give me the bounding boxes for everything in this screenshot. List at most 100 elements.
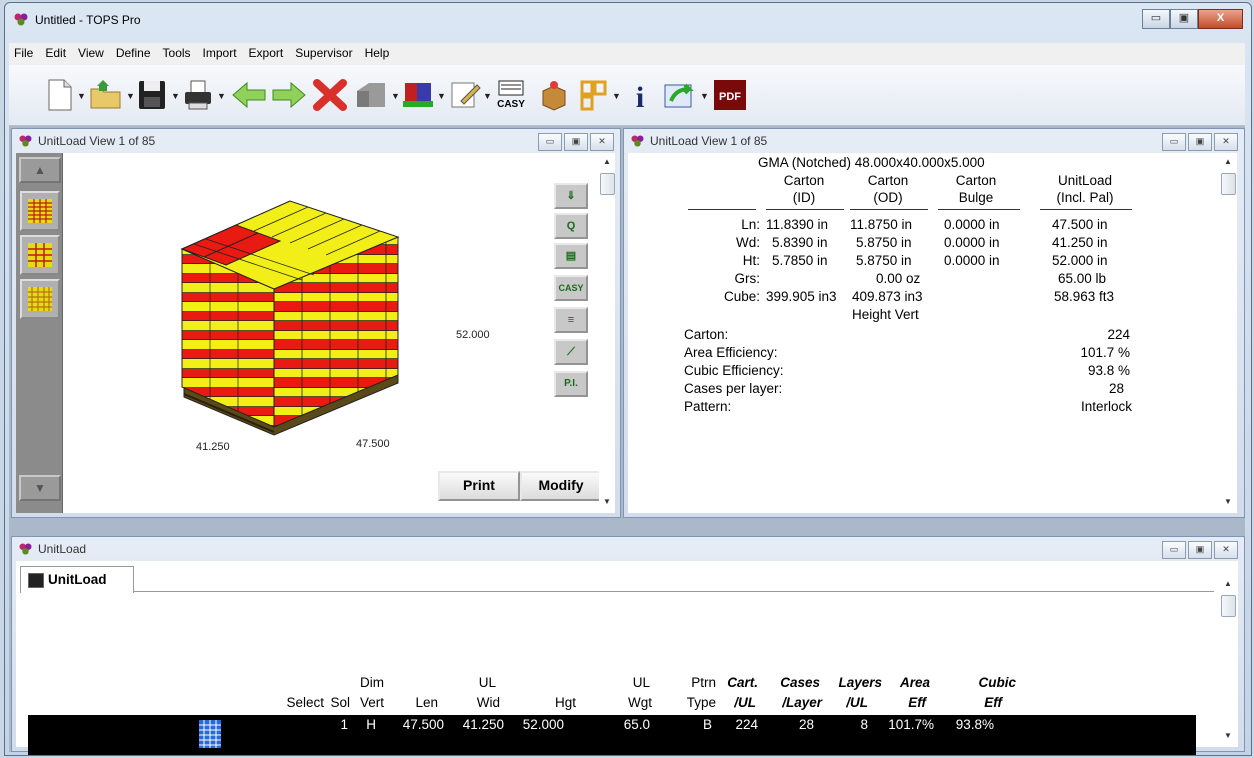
list-minimize-button[interactable]: ▭ [1162, 541, 1186, 559]
pdf-icon[interactable]: PDF [713, 79, 747, 111]
select-grid-icon[interactable] [198, 719, 222, 749]
minimize-button[interactable]: ▭ [1142, 9, 1170, 29]
hdr-wgt-l2: Wgt [627, 695, 652, 710]
scroll-down-arrow-icon[interactable]: ▼ [1220, 495, 1236, 509]
col-unitload-l1: UnitLoad [1057, 173, 1113, 188]
left-minimize-button[interactable]: ▭ [538, 133, 562, 151]
print-button[interactable]: Print [438, 471, 520, 501]
title-bar[interactable]: Untitled - TOPS Pro ▭ ▣ X [5, 3, 1251, 41]
header-underline [688, 209, 756, 210]
modify-button[interactable]: Modify [520, 471, 602, 501]
left-close-button[interactable]: ✕ [590, 133, 614, 151]
scroll-up-arrow-icon[interactable]: ▲ [1220, 155, 1236, 169]
print-dropdown-icon[interactable]: ▼ [217, 91, 226, 101]
scroll-down-arrow-icon[interactable]: ▼ [1220, 729, 1236, 743]
row-grs-od: 0.00 oz [876, 271, 921, 286]
layout-dropdown-icon[interactable]: ▼ [612, 91, 621, 101]
edit-notes-icon[interactable] [449, 79, 481, 111]
box-star-icon[interactable] [537, 79, 571, 111]
scroll-up-button[interactable]: ▲ [19, 157, 61, 183]
layout-grid-icon[interactable] [579, 79, 609, 111]
menu-tools[interactable]: Tools [158, 43, 198, 60]
right-view-scrollbar[interactable]: ▲ ▼ [1220, 153, 1236, 513]
hdr-dim-l2: Vert [359, 695, 384, 710]
col-carton-id-l1: Carton [783, 173, 825, 188]
print-icon[interactable] [183, 79, 213, 111]
delete-x-icon[interactable] [313, 79, 347, 111]
edit-dropdown-icon[interactable]: ▼ [483, 91, 492, 101]
cell-area: 101.7% [888, 717, 934, 732]
left-view-scrollbar[interactable]: ▲ ▼ [599, 153, 615, 513]
forward-arrow-icon[interactable] [271, 79, 307, 111]
left-restore-button[interactable]: ▣ [564, 133, 588, 151]
hdr-layers-l1: Layers [838, 675, 882, 690]
table-row[interactable]: 1 H 47.500 41.250 52.000 65.0 B 224 28 8… [28, 715, 1196, 755]
summary-area-value: 101.7 % [1080, 345, 1130, 360]
scroll-thumb[interactable] [1221, 173, 1236, 195]
hdr-wgt-l1: UL [632, 675, 650, 690]
cell-vert: H [366, 717, 376, 732]
scroll-down-arrow-icon[interactable]: ▼ [599, 495, 615, 509]
row-grs-unitload: 65.00 lb [1058, 271, 1107, 286]
header-underline [766, 209, 844, 210]
menu-bar: File Edit View Define Tools Import Export Super… [9, 43, 1245, 66]
view-layer-1-button[interactable] [20, 191, 60, 231]
summary-pattern-label: Pattern: [684, 399, 732, 414]
menu-import[interactable]: Import [198, 43, 244, 60]
view-layer-3-button[interactable] [20, 279, 60, 319]
pallet-dropdown-icon[interactable]: ▼ [437, 91, 446, 101]
menu-define[interactable]: Define [111, 43, 158, 60]
menu-supervisor[interactable]: Supervisor [290, 43, 359, 60]
export-dropdown-icon[interactable]: ▼ [700, 91, 709, 101]
stack-dropdown-icon[interactable]: ▼ [391, 91, 400, 101]
stack-icon[interactable] [353, 79, 389, 111]
hdr-len: Len [415, 695, 438, 710]
summary-cases-value: 28 [1108, 381, 1124, 396]
scroll-up-arrow-icon[interactable]: ▲ [599, 155, 615, 169]
right-restore-button[interactable]: ▣ [1188, 133, 1212, 151]
document-tool-icon[interactable]: ▤ [554, 243, 588, 269]
save-disk-icon[interactable] [137, 79, 167, 111]
pi-tool-icon[interactable]: P.I. [554, 371, 588, 397]
menu-help[interactable]: Help [360, 43, 397, 60]
cell-cubic: 93.8% [955, 717, 994, 732]
menu-view[interactable]: View [73, 43, 111, 60]
open-dropdown-icon[interactable]: ▼ [126, 91, 135, 101]
tab-unitload[interactable]: UnitLoad [20, 566, 134, 593]
casy-icon[interactable]: CASY [495, 79, 527, 111]
new-dropdown-icon[interactable]: ▼ [77, 91, 86, 101]
hdr-hgt: Hgt [554, 695, 576, 710]
summary-cubic-value: 93.8 % [1087, 363, 1130, 378]
open-folder-icon[interactable] [89, 79, 123, 111]
maximize-button[interactable]: ▣ [1170, 9, 1198, 29]
pallet-load-icon[interactable] [401, 79, 435, 111]
hdr-type-l1: Ptrn [691, 675, 716, 690]
scroll-thumb[interactable] [600, 173, 615, 195]
view-layer-2-button[interactable] [20, 235, 60, 275]
list-scrollbar[interactable]: ▲ ▼ [1220, 561, 1236, 747]
scroll-thumb[interactable] [1221, 595, 1236, 617]
right-close-button[interactable]: ✕ [1214, 133, 1238, 151]
menu-edit[interactable]: Edit [40, 43, 73, 60]
drop-down-tool-icon[interactable]: ⇓ [554, 183, 588, 209]
info-icon[interactable]: i [629, 79, 651, 111]
right-view-title: UnitLoad View 1 of 85 [650, 134, 768, 148]
scroll-up-arrow-icon[interactable]: ▲ [1220, 577, 1236, 591]
hdr-wid-l1: UL [478, 675, 496, 690]
layers-tool-icon[interactable]: ≡ [554, 307, 588, 333]
list-close-button[interactable]: ✕ [1214, 541, 1238, 559]
length-dimension-label: 47.500 [356, 438, 390, 450]
list-restore-button[interactable]: ▣ [1188, 541, 1212, 559]
back-arrow-icon[interactable] [231, 79, 267, 111]
close-button[interactable]: X [1198, 9, 1243, 29]
zoom-tool-icon[interactable]: Q [554, 213, 588, 239]
casy-tool-icon[interactable]: CASY [554, 275, 588, 301]
menu-export[interactable]: Export [244, 43, 291, 60]
save-dropdown-icon[interactable]: ▼ [171, 91, 180, 101]
scroll-down-button[interactable]: ▼ [19, 475, 61, 501]
menu-file[interactable]: File [9, 43, 40, 60]
new-document-icon[interactable] [47, 79, 73, 111]
right-minimize-button[interactable]: ▭ [1162, 133, 1186, 151]
export-icon[interactable] [663, 79, 697, 111]
measure-tool-icon[interactable]: ⟋ [554, 339, 588, 365]
